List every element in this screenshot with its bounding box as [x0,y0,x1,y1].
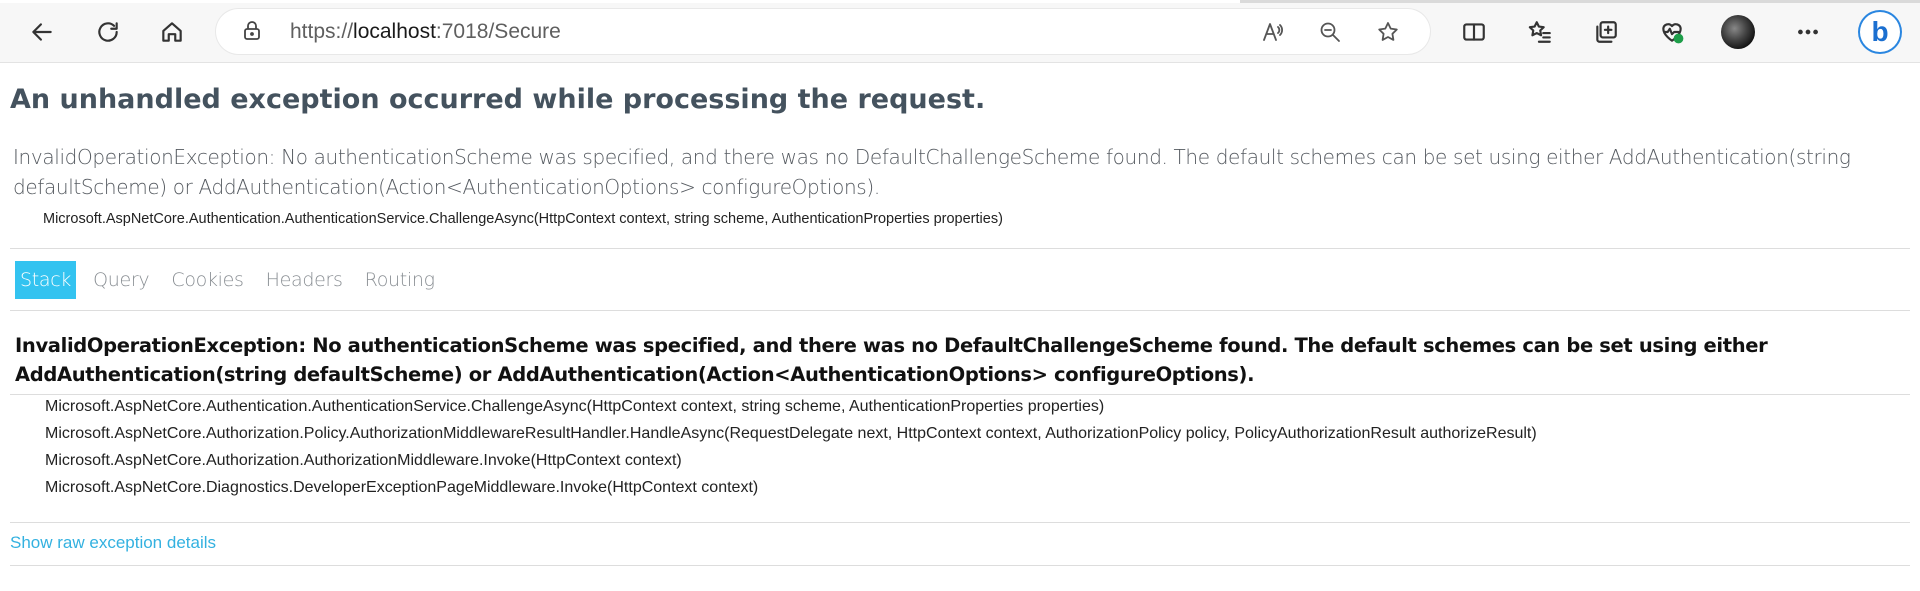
favorite-button[interactable] [1372,16,1404,48]
more-button[interactable] [1788,12,1828,52]
show-raw-exception-link[interactable]: Show raw exception details [10,533,216,553]
exception-summary: InvalidOperationException: No authentica… [13,145,1851,199]
collections-icon [1596,21,1617,43]
divider [10,522,1910,523]
browser-toolbar: https://localhost:7018/Secure b [0,0,1920,63]
tab-strip-edge [0,0,1920,3]
zoom-out-button[interactable] [1314,16,1346,48]
browser-essentials-button[interactable] [1652,12,1692,52]
stack-frame[interactable]: Microsoft.AspNetCore.Diagnostics.Develop… [45,474,1537,501]
stack-frame-list: Microsoft.AspNetCore.Authentication.Auth… [45,393,1537,501]
refresh-button[interactable] [88,12,128,52]
url-path: :7018/Secure [435,20,561,43]
tab-bar: Stack Query Cookies Headers Routing [15,261,452,301]
divider [10,310,1910,311]
url-prefix: https:// [290,20,354,43]
error-page: An unhandled exception occurred while pr… [0,63,1920,591]
address-bar[interactable]: https://localhost:7018/Secure [216,9,1430,54]
split-screen-icon [1463,23,1485,41]
divider [10,248,1910,249]
bing-copilot-button[interactable]: b [1856,8,1904,56]
favorites-list-icon [1528,21,1551,43]
profile-button[interactable] [1718,12,1758,52]
browser-essentials-icon [1662,23,1684,44]
zoom-out-icon [1320,22,1340,42]
stack-frame[interactable]: Microsoft.AspNetCore.Authorization.Autho… [45,447,1537,474]
star-icon [1378,22,1398,41]
favorites-button[interactable] [1520,12,1560,52]
bing-copilot-icon: b [1858,10,1902,54]
profile-avatar-icon [1721,15,1755,49]
stack-frame[interactable]: Microsoft.AspNetCore.Authorization.Polic… [45,420,1537,447]
back-button[interactable] [22,12,62,52]
more-dots-icon [1798,29,1818,35]
page-title: An unhandled exception occurred while pr… [10,84,986,115]
tab-routing[interactable]: Routing [360,261,440,299]
home-button[interactable] [152,12,192,52]
refresh-icon [98,22,118,42]
stack-exception-title: InvalidOperationException: No authentica… [15,334,1768,386]
url-text[interactable]: https://localhost:7018/Secure [290,20,561,44]
tab-query[interactable]: Query [88,261,154,299]
tab-cookies[interactable]: Cookies [166,261,248,299]
divider [10,565,1910,566]
arrow-left-icon [32,23,52,41]
split-screen-button[interactable] [1454,12,1494,52]
tab-headers[interactable]: Headers [261,261,348,299]
lock-icon[interactable] [240,19,264,43]
read-aloud-icon [1263,23,1283,41]
tab-stack[interactable]: Stack [15,261,77,299]
stack-frame[interactable]: Microsoft.AspNetCore.Authentication.Auth… [45,393,1537,420]
exception-location: Microsoft.AspNetCore.Authentication.Auth… [43,211,1003,227]
collections-button[interactable] [1586,12,1626,52]
home-icon [162,22,182,42]
read-aloud-button[interactable] [1256,16,1288,48]
url-host: localhost [353,20,436,43]
